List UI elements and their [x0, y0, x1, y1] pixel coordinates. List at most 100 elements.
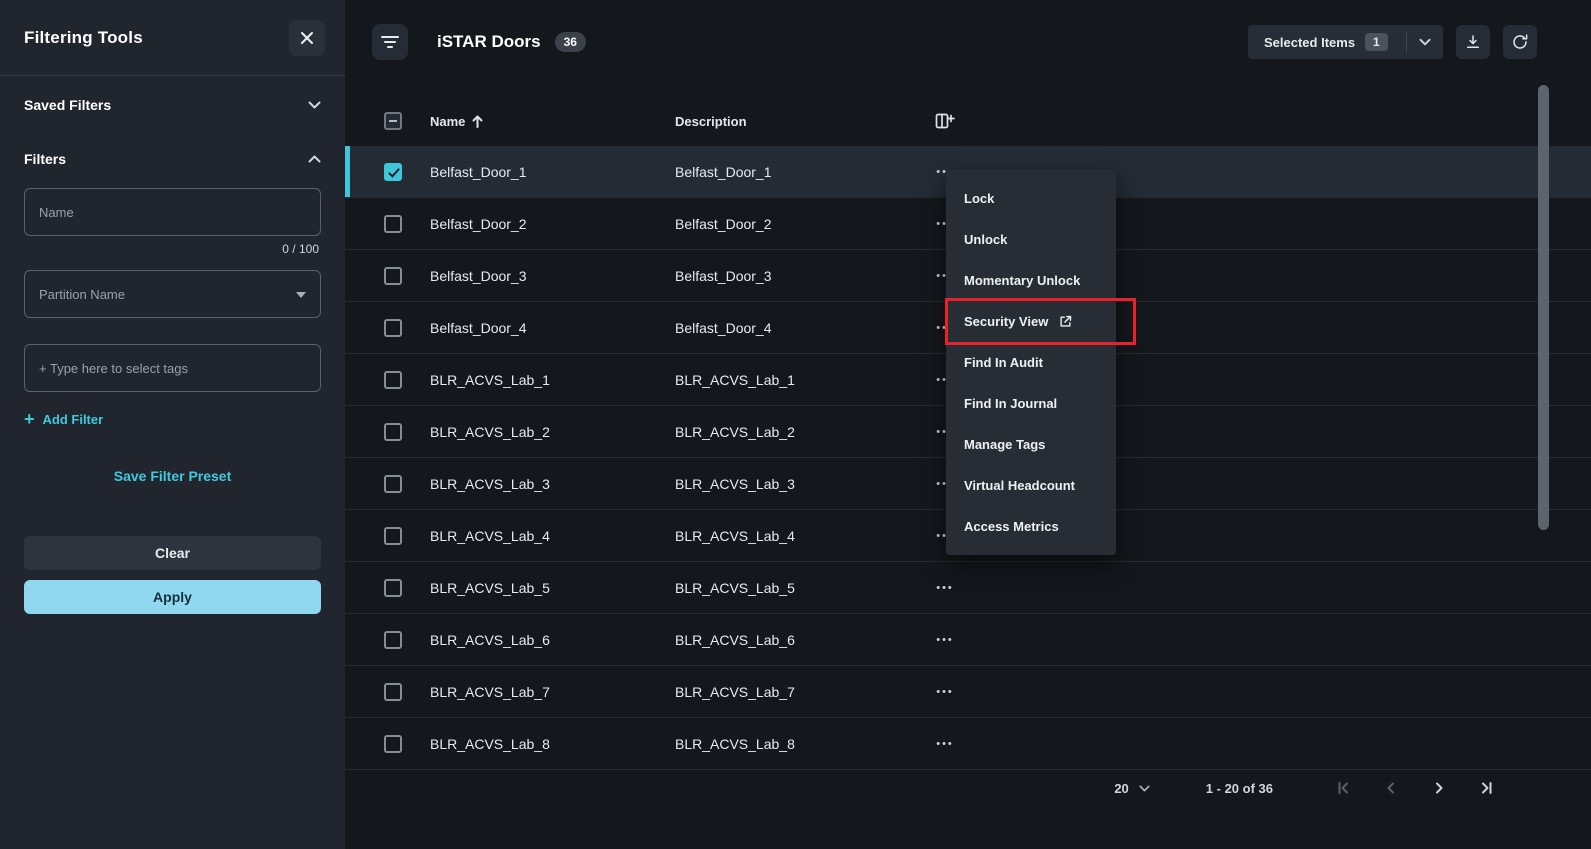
row-description: Belfast_Door_2 — [675, 215, 772, 232]
add-filter-button[interactable]: + Add Filter — [24, 410, 103, 428]
menu-item-virtual-headcount[interactable]: Virtual Headcount — [946, 465, 1116, 506]
tags-input[interactable] — [39, 360, 306, 376]
row-checkbox[interactable] — [384, 734, 402, 753]
row-actions-button[interactable]: ••• — [930, 738, 960, 750]
partition-name-dropdown[interactable]: Partition Name — [24, 270, 321, 318]
last-page-button[interactable] — [1473, 774, 1501, 802]
row-name: Belfast_Door_4 — [430, 319, 527, 336]
sort-asc-icon[interactable] — [472, 115, 483, 128]
row-name: BLR_ACVS_Lab_7 — [430, 683, 550, 700]
row-description: BLR_ACVS_Lab_4 — [675, 527, 795, 544]
row-actions-button[interactable]: ••• — [930, 686, 960, 698]
selected-items-label: Selected Items — [1264, 34, 1356, 50]
main-content: iSTAR Doors 36 Selected Items 1 Name Des… — [345, 0, 1591, 849]
row-checkbox[interactable] — [384, 474, 402, 493]
add-column-button[interactable] — [930, 111, 960, 131]
row-name: BLR_ACVS_Lab_3 — [430, 475, 550, 492]
filter-toggle-button[interactable] — [372, 24, 408, 60]
row-checkbox[interactable] — [384, 214, 402, 233]
main-header: iSTAR Doors 36 Selected Items 1 — [372, 24, 1537, 60]
panel-title: Filtering Tools — [24, 27, 143, 47]
selected-items-dropdown[interactable]: Selected Items 1 — [1248, 25, 1443, 59]
select-all-checkbox[interactable] — [384, 112, 402, 130]
vertical-scrollbar-thumb[interactable] — [1538, 85, 1549, 530]
pagination-nav — [1309, 774, 1501, 802]
row-checkbox[interactable] — [384, 370, 402, 389]
download-icon — [1467, 35, 1479, 48]
row-actions-button[interactable]: ••• — [930, 582, 960, 594]
row-checkbox[interactable] — [384, 422, 402, 441]
table-row[interactable]: BLR_ACVS_Lab_7 BLR_ACVS_Lab_7 ••• — [345, 666, 1591, 718]
first-page-icon — [1338, 782, 1348, 794]
row-actions-button[interactable]: ••• — [930, 634, 960, 646]
column-header-description[interactable]: Description — [675, 114, 930, 129]
table-row[interactable]: BLR_ACVS_Lab_8 BLR_ACVS_Lab_8 ••• — [345, 718, 1591, 770]
filtering-tools-panel: Filtering Tools Saved Filters Filters 0 … — [0, 0, 345, 849]
row-name: Belfast_Door_3 — [430, 267, 527, 284]
menu-item-manage-tags[interactable]: Manage Tags — [946, 424, 1116, 465]
menu-item-access-metrics[interactable]: Access Metrics — [946, 506, 1116, 547]
table-row[interactable]: BLR_ACVS_Lab_6 BLR_ACVS_Lab_6 ••• — [345, 614, 1591, 666]
previous-page-button[interactable] — [1377, 774, 1405, 802]
row-name: BLR_ACVS_Lab_6 — [430, 631, 550, 648]
row-description: BLR_ACVS_Lab_7 — [675, 683, 795, 700]
menu-item-label: Lock — [964, 191, 995, 206]
clear-button[interactable]: Clear — [24, 536, 321, 570]
save-filter-preset-button[interactable]: Save Filter Preset — [0, 468, 345, 484]
table-row[interactable]: BLR_ACVS_Lab_5 BLR_ACVS_Lab_5 ••• — [345, 562, 1591, 614]
row-description: Belfast_Door_4 — [675, 319, 772, 336]
column-header-name[interactable]: Name — [430, 114, 675, 129]
menu-item-label: Security View — [964, 314, 1049, 329]
name-field-wrap — [24, 188, 321, 236]
row-checkbox[interactable] — [384, 578, 402, 597]
next-page-button[interactable] — [1425, 774, 1453, 802]
row-name: BLR_ACVS_Lab_5 — [430, 579, 550, 596]
row-checkbox[interactable] — [384, 266, 402, 285]
first-page-button[interactable] — [1329, 774, 1357, 802]
saved-filters-section-toggle[interactable]: Saved Filters — [24, 76, 321, 134]
chevron-down-icon — [1419, 38, 1431, 46]
menu-item-label: Access Metrics — [964, 519, 1059, 534]
row-description: Belfast_Door_3 — [675, 267, 772, 284]
app-root: Filtering Tools Saved Filters Filters 0 … — [0, 0, 1591, 849]
filter-icon — [381, 36, 399, 48]
saved-filters-label: Saved Filters — [24, 97, 112, 113]
menu-item-label: Manage Tags — [964, 437, 1046, 452]
chevron-up-icon — [308, 155, 321, 163]
menu-item-label: Find In Audit — [964, 355, 1043, 370]
row-description: BLR_ACVS_Lab_1 — [675, 371, 795, 388]
row-name: Belfast_Door_1 — [430, 163, 527, 180]
page-size-dropdown[interactable]: 20 — [1114, 781, 1150, 796]
filters-section-toggle[interactable]: Filters — [24, 134, 321, 184]
menu-item-find-in-journal[interactable]: Find In Journal — [946, 383, 1116, 424]
row-name: BLR_ACVS_Lab_1 — [430, 371, 550, 388]
menu-item-momentary-unlock[interactable]: Momentary Unlock — [946, 260, 1116, 301]
row-description: BLR_ACVS_Lab_5 — [675, 579, 795, 596]
row-checkbox[interactable] — [384, 682, 402, 701]
close-icon — [301, 31, 313, 44]
row-checkbox[interactable] — [384, 630, 402, 649]
chevron-down-icon — [308, 101, 321, 109]
menu-item-find-in-audit[interactable]: Find In Audit — [946, 342, 1116, 383]
row-checkbox[interactable] — [384, 318, 402, 337]
row-description: BLR_ACVS_Lab_3 — [675, 475, 795, 492]
name-input[interactable] — [39, 204, 306, 220]
count-badge: 36 — [554, 32, 586, 52]
next-page-icon — [1436, 782, 1443, 794]
download-button[interactable] — [1456, 25, 1490, 59]
add-column-icon — [935, 113, 955, 129]
row-checkbox[interactable] — [384, 162, 402, 181]
row-name: Belfast_Door_2 — [430, 215, 527, 232]
name-column-label: Name — [430, 113, 466, 129]
row-description: Belfast_Door_1 — [675, 163, 772, 180]
close-button[interactable] — [289, 19, 325, 56]
refresh-button[interactable] — [1503, 25, 1537, 59]
menu-item-lock[interactable]: Lock — [946, 178, 1116, 219]
menu-item-security-view[interactable]: Security View — [945, 298, 1136, 345]
menu-item-unlock[interactable]: Unlock — [946, 219, 1116, 260]
apply-button[interactable]: Apply — [24, 580, 321, 614]
partition-name-placeholder: Partition Name — [39, 286, 125, 302]
row-checkbox[interactable] — [384, 526, 402, 545]
add-filter-label: Add Filter — [42, 411, 104, 427]
row-description: BLR_ACVS_Lab_8 — [675, 735, 795, 752]
